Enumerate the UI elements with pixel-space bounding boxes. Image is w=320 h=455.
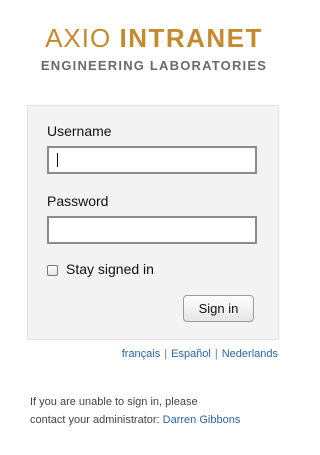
- login-panel: Username Password Stay signed in Sign in: [27, 105, 279, 340]
- help-line-2-prefix: contact your administrator:: [30, 414, 163, 426]
- subtitle: ENGINEERING LABORATORIES: [40, 58, 268, 73]
- help-line-2: contact your administrator: Darren Gibbo…: [30, 411, 240, 429]
- help-text: If you are unable to sign in, please con…: [30, 393, 240, 429]
- stay-signed-in-checkbox[interactable]: [47, 265, 58, 276]
- username-input[interactable]: [47, 146, 257, 174]
- language-links: français | Español | Nederlands: [122, 348, 278, 360]
- separator: |: [164, 348, 168, 360]
- logo-text-axio: AXIO: [45, 23, 112, 53]
- username-label: Username: [47, 123, 112, 139]
- text-caret: [57, 153, 58, 167]
- sign-in-button[interactable]: Sign in: [183, 295, 254, 322]
- stay-signed-in-label[interactable]: Stay signed in: [66, 261, 154, 277]
- language-link-dutch[interactable]: Nederlands: [222, 348, 278, 360]
- logo-text-intranet: INTRANET: [119, 23, 263, 53]
- admin-contact-link[interactable]: Darren Gibbons: [163, 414, 241, 426]
- password-label: Password: [47, 193, 109, 209]
- logo: AXIO INTRANET: [0, 24, 308, 52]
- language-link-french[interactable]: français: [122, 348, 161, 360]
- language-link-spanish[interactable]: Español: [171, 348, 211, 360]
- password-input[interactable]: [47, 216, 257, 244]
- header: AXIO INTRANET ENGINEERING LABORATORIES: [0, 24, 308, 73]
- separator: |: [214, 348, 218, 360]
- help-line-1: If you are unable to sign in, please: [30, 396, 198, 408]
